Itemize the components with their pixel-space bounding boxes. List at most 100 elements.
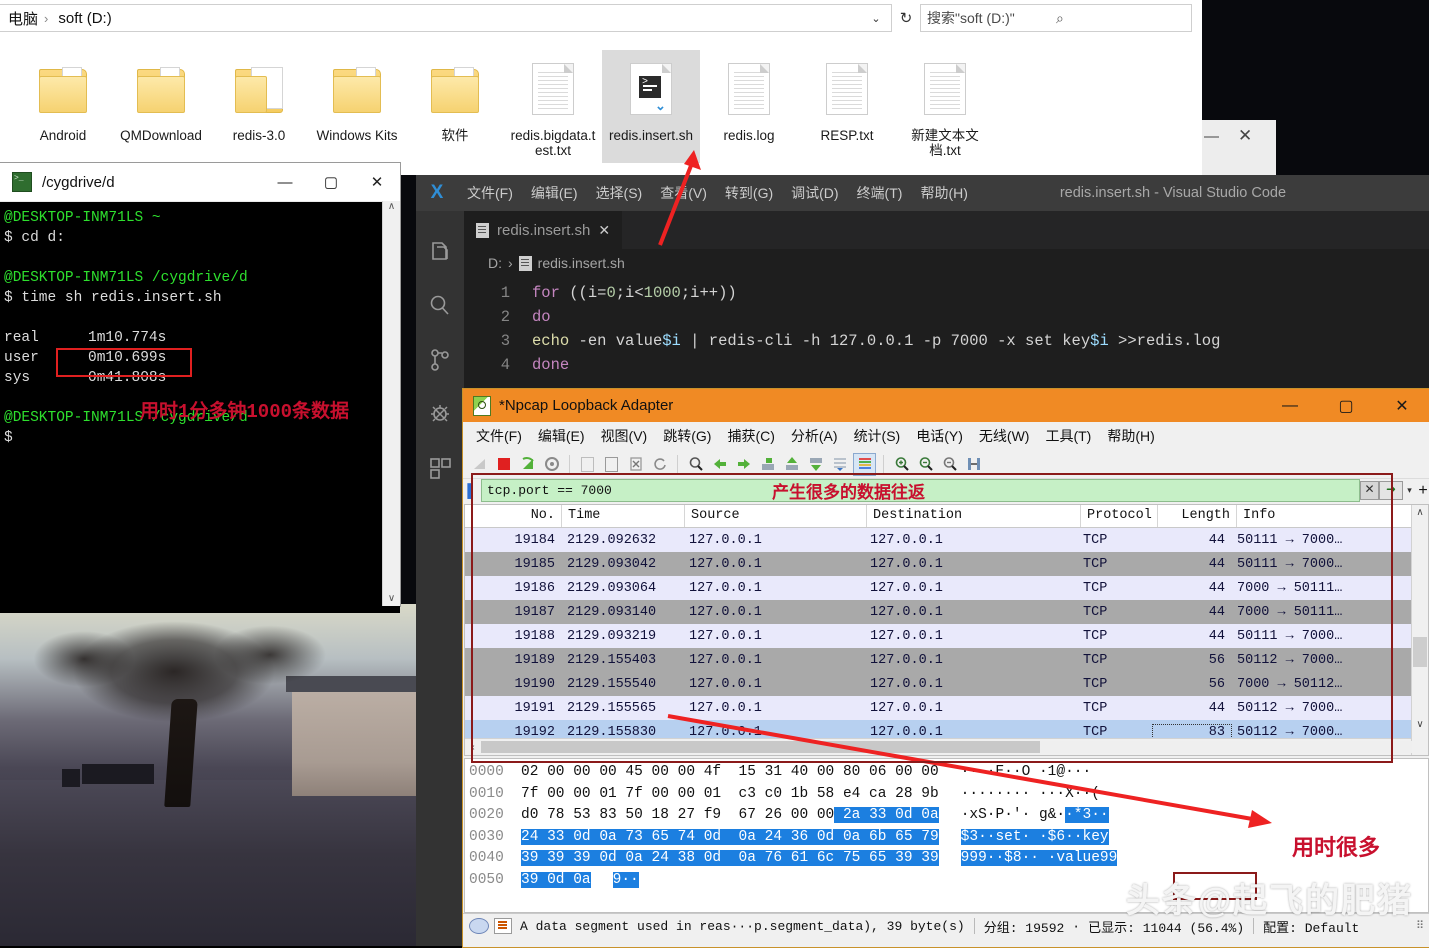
vscode-menu-item[interactable]: 选择(S) (587, 183, 652, 203)
maximize-button[interactable]: ▢ (1318, 396, 1374, 416)
chevron-down-icon[interactable]: ⌄ (865, 12, 887, 25)
close-icon[interactable]: ✕ (598, 222, 610, 239)
go-last-packet-icon[interactable] (805, 454, 826, 475)
filter-dropdown-icon[interactable]: ▾ (1403, 485, 1416, 496)
scroll-left-icon[interactable]: ‹ (465, 742, 481, 753)
wireshark-menu-item[interactable]: 跳转(G) (656, 426, 718, 446)
cygwin-terminal-window[interactable]: /cygdrive/d — ▢ ✕ @DESKTOP-INM71LS ~ $ c… (0, 163, 400, 613)
explorer-item[interactable]: QMDownload (112, 50, 210, 163)
vscode-breadcrumb[interactable]: D: › redis.insert.sh (464, 249, 1429, 277)
go-forward-icon[interactable] (733, 454, 754, 475)
wireshark-menu-item[interactable]: 统计(S) (847, 426, 908, 446)
vscode-menu-item[interactable]: 转到(G) (716, 183, 782, 203)
close-button[interactable]: ✕ (1374, 396, 1429, 416)
search-icon[interactable]: ⌕ (1056, 10, 1185, 27)
resize-columns-icon[interactable] (963, 454, 984, 475)
breadcrumb-drive[interactable]: D: (488, 255, 502, 271)
column-header-destination[interactable]: Destination (867, 505, 1081, 527)
scroll-down-icon[interactable]: ∨ (383, 593, 400, 604)
wireshark-menu-item[interactable]: 分析(A) (784, 426, 845, 446)
column-header-protocol[interactable]: Protocol (1081, 505, 1158, 527)
close-button[interactable]: ✕ (354, 173, 400, 191)
breadcrumb-root[interactable]: 电脑 (4, 8, 38, 29)
go-to-packet-icon[interactable] (757, 454, 778, 475)
search-icon[interactable] (416, 279, 464, 333)
packet-list-vertical-scrollbar[interactable]: ∧ ∨ (1411, 505, 1428, 755)
explorer-item[interactable]: redis-3.0 (210, 50, 308, 163)
packet-row[interactable]: 19187 2129.093140 127.0.0.1 127.0.0.1 TCP 44 7… (465, 600, 1428, 624)
explorer-item[interactable]: ⌄redis.insert.sh (602, 50, 700, 163)
save-file-icon[interactable] (601, 454, 622, 475)
files-icon[interactable] (416, 225, 464, 279)
minimize-button[interactable]: — (262, 174, 308, 191)
go-back-icon[interactable] (709, 454, 730, 475)
hexdump-row[interactable]: 0000 02 00 00 00 45 00 00 4f 15 31 40 00 … (469, 762, 1428, 784)
add-filter-button-icon[interactable]: + (1416, 482, 1429, 500)
vscode-titlebar[interactable]: X 文件(F) 编辑(E) 选择(S) 查看(V) 转到(G) 调试(D) 终端(T) 帮助(… (416, 175, 1429, 211)
wireshark-menu-item[interactable]: 视图(V) (594, 426, 655, 446)
scroll-up-icon[interactable]: ∧ (1412, 505, 1428, 521)
packet-row[interactable]: 19191 2129.155565 127.0.0.1 127.0.0.1 TCP 44 5… (465, 696, 1428, 720)
breadcrumb-file[interactable]: redis.insert.sh (538, 255, 625, 271)
search-input[interactable]: 搜索"soft (D:)" ⌕ (920, 4, 1192, 32)
wireshark-menu-item[interactable]: 文件(F) (469, 426, 529, 446)
hexdump-row[interactable]: 0020 d0 78 53 83 50 18 27 f9 67 26 00 00 … (469, 805, 1428, 827)
extensions-icon[interactable] (416, 441, 464, 495)
column-header-length[interactable]: Length (1158, 505, 1237, 527)
autoscroll-icon[interactable] (829, 454, 850, 475)
zoom-reset-icon[interactable] (939, 454, 960, 475)
scroll-down-icon[interactable]: ∨ (1412, 717, 1428, 733)
hexdump-row[interactable]: 0030 24 33 0d 0a 73 65 74 0d 0a 24 36 0d … (469, 827, 1428, 849)
hexdump-row[interactable]: 0040 39 39 39 0d 0a 24 38 0d 0a 76 61 6c … (469, 848, 1428, 870)
start-capture-icon[interactable] (469, 454, 490, 475)
vscode-menu-item[interactable]: 帮助(H) (911, 183, 976, 203)
vscode-menu-item[interactable]: 文件(F) (458, 183, 522, 203)
column-header-source[interactable]: Source (685, 505, 867, 527)
breadcrumb[interactable]: 电脑 › soft (D:) ⌄ (0, 4, 892, 32)
stop-capture-icon[interactable] (493, 454, 514, 475)
clear-filter-icon[interactable]: ✕ (1360, 481, 1379, 500)
column-header-no[interactable]: No. (465, 505, 562, 527)
zoom-in-icon[interactable] (891, 454, 912, 475)
wireshark-menu-item[interactable]: 无线(W) (972, 426, 1037, 446)
vscode-menu-item[interactable]: 查看(V) (651, 183, 716, 203)
close-icon[interactable]: ✕ (1238, 126, 1252, 146)
explorer-item[interactable]: 软件 (406, 50, 504, 163)
terminal-scrollbar[interactable]: ∧ ∨ (382, 201, 400, 606)
wireshark-window[interactable]: *Npcap Loopback Adapter — ▢ ✕ 文件(F) 编辑(E)… (462, 388, 1429, 948)
packet-row[interactable]: 19190 2129.155540 127.0.0.1 127.0.0.1 TCP 56 7… (465, 672, 1428, 696)
scrollbar-thumb[interactable] (1413, 637, 1427, 667)
column-header-time[interactable]: Time (562, 505, 685, 527)
packet-row[interactable]: 19186 2129.093064 127.0.0.1 127.0.0.1 TCP 44 7… (465, 576, 1428, 600)
minimize-button[interactable]: — (1262, 397, 1318, 415)
hexdump-row[interactable]: 0010 7f 00 00 01 7f 00 00 01 c3 c0 1b 58 … (469, 784, 1428, 806)
explorer-item[interactable]: redis.log (700, 50, 798, 163)
packet-row[interactable]: 19188 2129.093219 127.0.0.1 127.0.0.1 TCP 44 5… (465, 624, 1428, 648)
terminal-output[interactable]: @DESKTOP-INM71LS ~ $ cd d: @DESKTOP-INM7… (0, 202, 400, 613)
wireshark-menu-item[interactable]: 工具(T) (1038, 426, 1098, 446)
explorer-item[interactable]: 新建文本文档.txt (896, 50, 994, 163)
tab-redis-insert-sh[interactable]: redis.insert.sh ✕ (464, 211, 623, 249)
packet-list-horizontal-scrollbar[interactable]: ‹ › (465, 738, 1428, 755)
open-file-icon[interactable] (577, 454, 598, 475)
explorer-item[interactable]: Android (14, 50, 112, 163)
reload-icon[interactable] (649, 454, 670, 475)
scroll-up-icon[interactable]: ∧ (383, 201, 400, 212)
close-file-icon[interactable] (625, 454, 646, 475)
debug-icon[interactable] (416, 387, 464, 441)
terminal-titlebar[interactable]: /cygdrive/d — ▢ ✕ (0, 163, 400, 202)
wireshark-menu-item[interactable]: 编辑(E) (531, 426, 592, 446)
zoom-out-icon[interactable] (915, 454, 936, 475)
wireshark-menu-item[interactable]: 帮助(H) (1100, 426, 1161, 446)
go-first-packet-icon[interactable] (781, 454, 802, 475)
column-header-info[interactable]: Info (1237, 505, 1428, 527)
wireshark-titlebar[interactable]: *Npcap Loopback Adapter — ▢ ✕ (463, 389, 1429, 422)
vscode-menu-item[interactable]: 终端(T) (848, 183, 912, 203)
explorer-item[interactable]: Windows Kits (308, 50, 406, 163)
vscode-menu-item[interactable]: 编辑(E) (522, 183, 587, 203)
packet-row[interactable]: 19185 2129.093042 127.0.0.1 127.0.0.1 TCP 44 5… (465, 552, 1428, 576)
minimize-icon[interactable]: — (1204, 128, 1219, 145)
hscroll-track[interactable] (481, 741, 1412, 753)
wireshark-menu-item[interactable]: 捕获(C) (720, 426, 781, 446)
vscode-activity-bar[interactable] (416, 211, 464, 946)
